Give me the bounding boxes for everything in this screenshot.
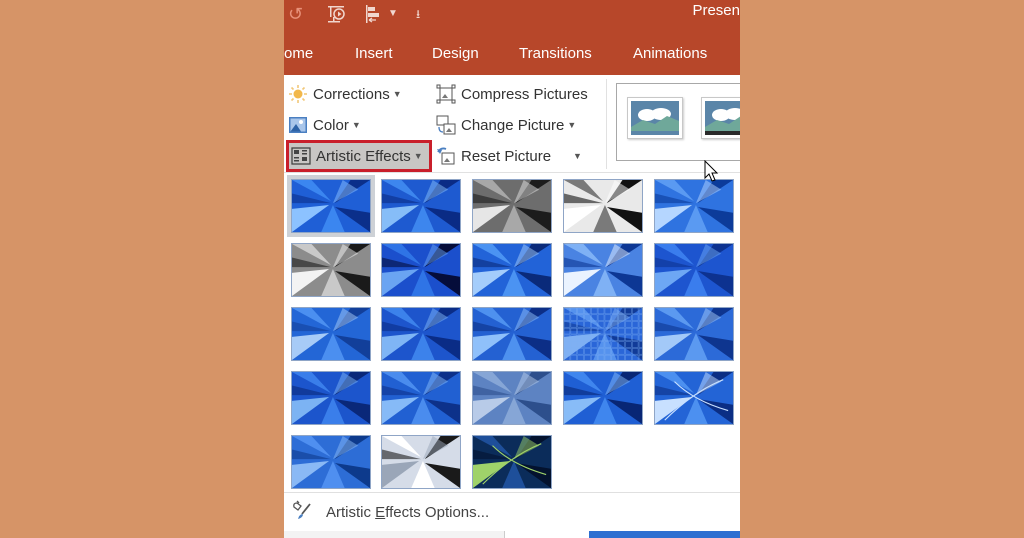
- artistic-effects-gallery: [284, 173, 740, 493]
- effect-preview-image: [564, 308, 642, 360]
- effect-preview-image: [382, 244, 460, 296]
- customize-qat-icon[interactable]: ⭳: [416, 3, 420, 25]
- effect-thumbnail[interactable]: [654, 371, 734, 425]
- effect-preview-image: [655, 308, 733, 360]
- picture-styles-gallery[interactable]: [616, 83, 740, 161]
- corrections-button[interactable]: Corrections ▼: [288, 81, 402, 107]
- paint-brush-icon: [290, 498, 316, 527]
- artistic-effects-label: Artistic Effects: [316, 147, 411, 165]
- effect-thumbnail[interactable]: [291, 243, 371, 297]
- effect-thumbnail[interactable]: [291, 435, 371, 489]
- tab-design[interactable]: Design: [432, 45, 479, 62]
- effect-preview-image: [564, 244, 642, 296]
- change-picture-label: Change Picture: [461, 116, 565, 134]
- effect-preview-image: [382, 180, 460, 232]
- effect-preview-image: [382, 308, 460, 360]
- tab-transitions[interactable]: Transitions: [519, 45, 592, 62]
- chevron-down-icon: ▼: [567, 120, 577, 130]
- effect-preview-image: [292, 244, 370, 296]
- effect-thumbnail[interactable]: [563, 179, 643, 233]
- effect-thumbnail[interactable]: [654, 243, 734, 297]
- effect-thumbnail[interactable]: [381, 307, 461, 361]
- effect-thumbnail[interactable]: [291, 307, 371, 361]
- artistic-effects-button[interactable]: Artistic Effects ▼: [286, 140, 432, 172]
- compress-pictures-icon: [436, 84, 456, 104]
- artistic-effects-options-item[interactable]: Artistic Effects Options...: [284, 493, 740, 531]
- effect-thumbnail[interactable]: [381, 179, 461, 233]
- effect-preview-image: [473, 436, 551, 488]
- reset-picture-button[interactable]: Reset Picture ▼: [436, 143, 582, 169]
- effect-thumbnail[interactable]: [287, 175, 375, 237]
- effect-preview-image: [655, 180, 733, 232]
- corrections-label: Corrections: [313, 85, 390, 103]
- effect-thumbnail[interactable]: [563, 243, 643, 297]
- mouse-cursor-icon: [704, 160, 719, 182]
- compress-pictures-label: Compress Pictures: [461, 85, 588, 103]
- effect-thumbnail[interactable]: [472, 435, 552, 489]
- tab-home[interactable]: ome: [284, 45, 313, 62]
- effect-thumbnail[interactable]: [381, 435, 461, 489]
- effect-thumbnail[interactable]: [381, 371, 461, 425]
- effect-preview-image: [564, 180, 642, 232]
- effect-preview-image: [655, 372, 733, 424]
- chevron-down-icon: ▼: [351, 120, 361, 130]
- effect-preview-image: [473, 244, 551, 296]
- chevron-down-icon: ▼: [413, 151, 423, 161]
- effect-preview-image: [292, 436, 370, 488]
- effect-preview-image: [292, 180, 370, 232]
- effect-preview-image: [473, 308, 551, 360]
- color-picture-icon: [288, 115, 308, 135]
- chevron-down-icon: ▼: [392, 89, 402, 99]
- effect-preview-image: [655, 244, 733, 296]
- change-picture-icon: [436, 115, 456, 135]
- tab-insert[interactable]: Insert: [355, 45, 393, 62]
- change-picture-button[interactable]: Change Picture ▼: [436, 112, 576, 138]
- effect-preview-image: [473, 180, 551, 232]
- chevron-down-icon[interactable]: ▼: [573, 151, 582, 161]
- effect-preview-image: [382, 372, 460, 424]
- powerpoint-window: ↺ ▼ ⭳ Presen ome Insert Design Transitio…: [284, 0, 740, 538]
- slide-thumbnail-edge: [504, 531, 589, 538]
- color-label: Color: [313, 116, 349, 134]
- window-title: Presen: [692, 2, 740, 19]
- ribbon-tabs: ome Insert Design Transitions Animations: [284, 33, 740, 75]
- title-bar: ↺ ▼ ⭳ Presen: [284, 0, 740, 33]
- effect-thumbnail[interactable]: [472, 243, 552, 297]
- effect-thumbnail[interactable]: [472, 307, 552, 361]
- effect-thumbnail[interactable]: [472, 179, 552, 233]
- effect-preview-image: [382, 436, 460, 488]
- effect-thumbnail[interactable]: [381, 243, 461, 297]
- effect-thumbnail[interactable]: [472, 371, 552, 425]
- reset-picture-icon: [436, 146, 456, 166]
- effect-thumbnail[interactable]: [563, 371, 643, 425]
- ribbon-separator: [606, 79, 607, 169]
- effect-preview-image: [292, 372, 370, 424]
- effect-preview-image: [473, 372, 551, 424]
- sun-icon: [288, 84, 308, 104]
- tab-animations[interactable]: Animations: [633, 45, 707, 62]
- effect-thumbnail[interactable]: [291, 371, 371, 425]
- align-icon[interactable]: [364, 3, 382, 25]
- effect-thumbnail[interactable]: [654, 307, 734, 361]
- effect-thumbnail[interactable]: [654, 179, 734, 233]
- color-button[interactable]: Color ▼: [288, 112, 361, 138]
- picture-style-thumbnail[interactable]: [627, 97, 683, 139]
- reset-picture-label: Reset Picture: [461, 147, 552, 165]
- effect-thumbnail[interactable]: [563, 307, 643, 361]
- effect-preview-image: [564, 372, 642, 424]
- ribbon-adjust-group: Corrections ▼ Color ▼ Artistic Effects ▼…: [284, 75, 740, 173]
- undo-icon[interactable]: ↺: [288, 3, 303, 25]
- slide-picture-edge: [589, 531, 740, 538]
- present-from-start-icon[interactable]: [326, 3, 348, 25]
- compress-pictures-button[interactable]: Compress Pictures: [436, 81, 588, 107]
- effect-preview-image: [292, 308, 370, 360]
- artistic-effects-options-label: Artistic Effects Options...: [326, 503, 490, 521]
- dropdown-caret-icon[interactable]: ▼: [388, 3, 398, 25]
- picture-style-thumbnail[interactable]: [701, 97, 740, 139]
- artistic-effects-icon: [291, 146, 311, 166]
